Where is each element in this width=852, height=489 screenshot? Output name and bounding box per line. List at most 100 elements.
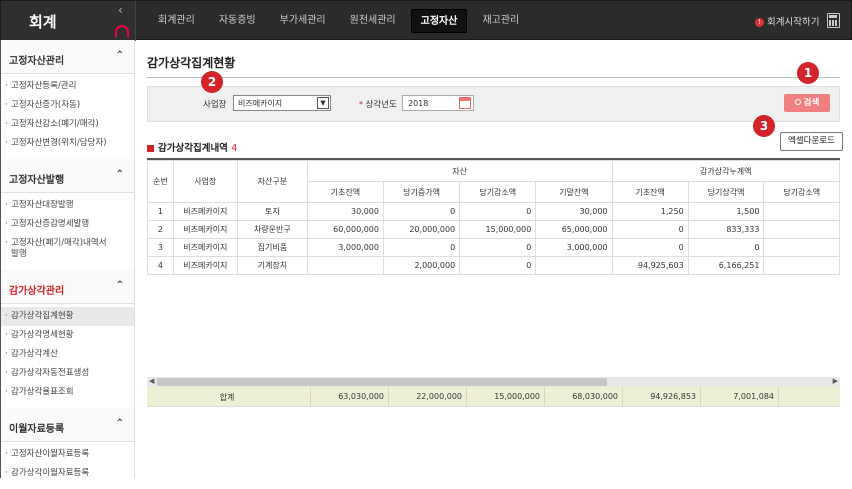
search-button[interactable]: 검색 <box>784 94 830 112</box>
table-row[interactable]: 4 비즈메카이지 기계장치 2,000,000 0 94,925,603 6,1… <box>147 256 840 275</box>
sidebar-section-depreciation: 감가상각관리 ⌃ 감가상각집계현황 감가상각명세현황 감가상각계산 감가상각자동전… <box>1 270 134 408</box>
scroll-right-icon[interactable]: ▶ <box>833 377 838 385</box>
sidebar-section-header[interactable]: 이월자료등록 ⌃ <box>1 408 134 442</box>
start-accounting-label: 회계시작하기 <box>767 17 820 28</box>
topnav-item-inventory[interactable]: 재고관리 <box>473 9 528 33</box>
sidebar-item-selected[interactable]: 감가상각집계현황 <box>1 307 134 326</box>
chevron-down-icon: ▼ <box>317 97 329 109</box>
sidebar-section-carryover: 이월자료등록 ⌃ 고정자산이월자료등록 감가상각이월자료등록 <box>1 408 134 489</box>
cell: 0 <box>611 220 689 239</box>
cell: 2 <box>147 220 174 239</box>
total-cell: 68,030,000 <box>572 392 618 401</box>
sidebar-section-asset-management: 고정자산관리 ⌃ 고정자산등록/관리 고정자산증가(자동) 고정자산감소(폐기/매… <box>1 40 134 159</box>
sidebar-section-header[interactable]: 감가상각관리 ⌃ <box>1 270 134 304</box>
table-row[interactable]: 2 비즈메카이지 차량운반구 60,000,000 20,000,000 15,… <box>147 220 840 239</box>
cell: 15,000,000 <box>459 220 537 239</box>
callout-badge-2: 2 <box>201 71 223 93</box>
cell <box>763 220 840 239</box>
collapse-sidebar-icon[interactable]: ‹ <box>118 3 123 17</box>
main-content: 감가상각집계현황 사업장 비즈메카이지 ▼ * 상각년도 2018 검색 2 1 … <box>135 40 852 478</box>
sidebar-item[interactable]: 고정자산이월자료등록 <box>1 445 134 464</box>
cell: 집기비품 <box>236 238 308 257</box>
horizontal-scrollbar[interactable]: ◀ ▶ <box>147 377 840 387</box>
branch-label: 사업장 <box>203 100 227 110</box>
col-header: 당기증가액 <box>382 181 461 203</box>
excel-download-button[interactable]: 엑셀다운로드 <box>780 132 843 151</box>
cell: 0 <box>382 202 461 221</box>
sidebar-item[interactable]: 감가상각율표조회 <box>1 383 134 402</box>
sidebar-item[interactable]: 고정자산증가(자동) <box>1 96 134 115</box>
topnav-item-accounting[interactable]: 회계관리 <box>149 9 204 33</box>
col-header: 기말잔액 <box>535 181 613 203</box>
col-header-no: 순번 <box>147 160 174 203</box>
topnav-item-fixed-assets[interactable]: 고정자산 <box>410 9 468 33</box>
cell: 6,166,251 <box>687 256 765 275</box>
cell: 비즈메카이지 <box>172 202 238 221</box>
page-title: 감가상각집계현황 <box>147 56 236 70</box>
sidebar-section-title: 고정자산관리 <box>9 56 65 67</box>
data-grid: 순번 사업장 자산구분 자산 감가상각누계액 기초잔액 당기증가액 당기감소액 … <box>147 158 840 408</box>
col-header: 당기상각액 <box>687 181 765 203</box>
year-input[interactable]: 2018 <box>402 95 474 111</box>
calculator-icon[interactable] <box>827 13 840 28</box>
brand-area: 회계 ‹ <box>1 1 136 41</box>
cell: 2,000,000 <box>382 256 461 275</box>
depreciation-table: 순번 사업장 자산구분 자산 감가상각누계액 기초잔액 당기증가액 당기감소액 … <box>147 160 840 275</box>
sidebar-item[interactable]: 감가상각자동전표생성 <box>1 364 134 383</box>
alert-icon: ! <box>755 18 764 27</box>
sidebar-item[interactable]: 감가상각계산 <box>1 345 134 364</box>
headset-icon[interactable] <box>115 25 129 37</box>
total-label: 합계 <box>219 393 235 402</box>
cell: 차량운반구 <box>236 220 308 239</box>
topnav-item-vat[interactable]: 부가세관리 <box>271 9 335 33</box>
table-row[interactable]: 3 비즈메카이지 집기비품 3,000,000 0 0 3,000,000 0 … <box>147 238 840 257</box>
sidebar-item[interactable]: 고정자산감소(폐기/매각) <box>1 115 134 134</box>
cell: 1,250 <box>611 202 689 221</box>
col-header: 당기감소액 <box>763 181 840 203</box>
scrollbar-thumb[interactable] <box>157 378 607 386</box>
cell <box>763 238 840 257</box>
table-row[interactable]: 1 비즈메카이지 토지 30,000 0 0 30,000 1,250 1,50… <box>147 202 840 221</box>
sidebar-item[interactable]: 고정자산등록/관리 <box>1 77 134 96</box>
start-accounting-link[interactable]: ! 회계시작하기 <box>755 14 819 28</box>
topnav-item-auto-evidence[interactable]: 자동증빙 <box>210 9 265 33</box>
search-icon <box>794 99 801 105</box>
cell: 0 <box>459 202 537 221</box>
list-count: 4 <box>231 143 238 154</box>
col-header-branch: 사업장 <box>172 160 238 203</box>
calendar-icon[interactable] <box>459 97 471 109</box>
chevron-up-icon: ⌃ <box>115 418 124 429</box>
cell: 94,925,603 <box>611 256 689 275</box>
cell: 833,333 <box>687 220 765 239</box>
cell: 3,000,000 <box>306 238 384 257</box>
total-cell: 94,926,853 <box>650 392 696 401</box>
list-title-text: 감가상각집계내역 <box>158 143 228 154</box>
chevron-up-icon: ⌃ <box>115 169 124 180</box>
sidebar-item[interactable]: 고정자산변경(위치/담당자) <box>1 134 116 153</box>
section-marker-icon <box>147 145 154 152</box>
sidebar-item[interactable]: 고정자산대장발행 <box>1 196 134 215</box>
cell: 65,000,000 <box>535 220 613 239</box>
sidebar-section-header[interactable]: 고정자산발행 ⌃ <box>1 159 134 193</box>
sidebar-item[interactable]: 고정자산증감명세발행 <box>1 215 134 234</box>
cell: 토지 <box>236 202 308 221</box>
sidebar-section-title: 고정자산발행 <box>9 175 65 186</box>
sidebar: 고정자산관리 ⌃ 고정자산등록/관리 고정자산증가(자동) 고정자산감소(폐기/매… <box>0 40 135 479</box>
cell: 1 <box>147 202 174 221</box>
cell: 3,000,000 <box>535 238 613 257</box>
sidebar-item[interactable]: 고정자산(폐기/매각)내역서발행 <box>1 234 113 264</box>
cell <box>306 256 384 275</box>
cell: 0 <box>459 238 537 257</box>
cell: 기계장치 <box>236 256 308 275</box>
topnav-item-withholding[interactable]: 원천세관리 <box>341 9 405 33</box>
sidebar-item[interactable]: 감가상각명세현황 <box>1 326 134 345</box>
branch-select[interactable]: 비즈메카이지 ▼ <box>233 95 331 111</box>
scroll-left-icon[interactable]: ◀ <box>149 377 154 385</box>
list-title: 감가상각집계내역 4 <box>147 140 237 154</box>
year-label-wrap: * 상각년도 <box>359 98 397 110</box>
year-label: 상각년도 <box>365 100 397 110</box>
cell <box>535 256 613 275</box>
sidebar-item[interactable]: 감가상각이월자료등록 <box>1 464 134 483</box>
sidebar-section-header[interactable]: 고정자산관리 ⌃ <box>1 40 134 74</box>
filter-panel: 사업장 비즈메카이지 ▼ * 상각년도 2018 검색 <box>147 86 840 122</box>
